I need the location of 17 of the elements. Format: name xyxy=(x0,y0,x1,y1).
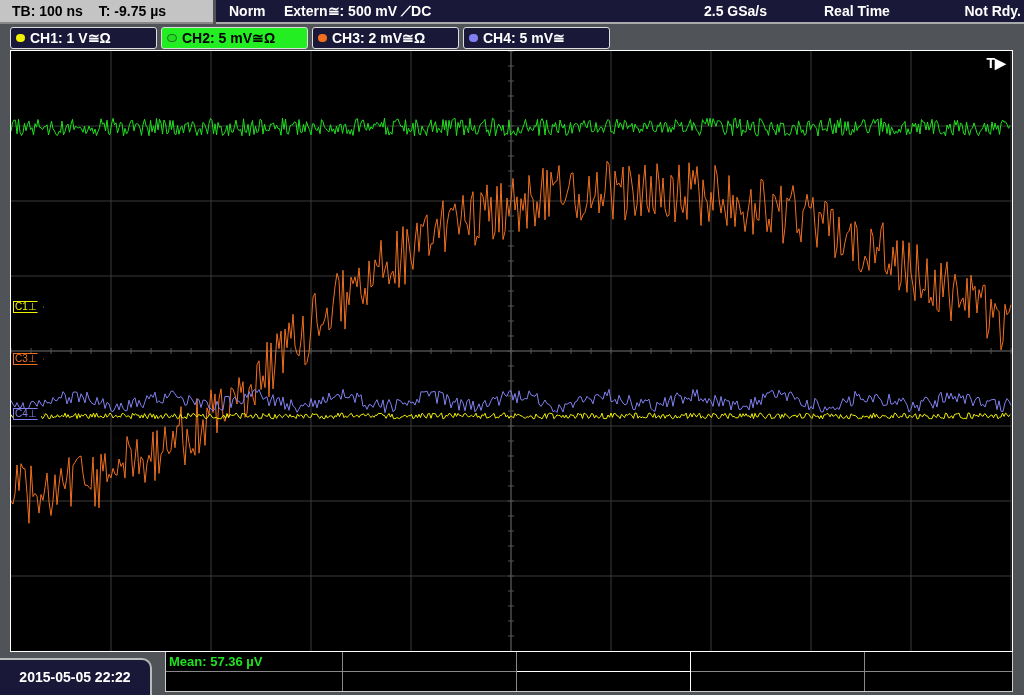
channel-marker: C4⊥ xyxy=(13,408,44,420)
trigger-time-label: T: -9.75 µs xyxy=(98,1,167,21)
acquisition-mode-label: Real Time xyxy=(824,1,891,21)
date-time-label: 2015-05-05 22:22 xyxy=(19,668,131,687)
channel-marker: C1⊥ xyxy=(13,301,44,313)
channel-tab[interactable]: CH4: 5 mV≅ xyxy=(463,27,610,49)
channel-marker: C3⊥ xyxy=(13,353,44,365)
trigger-source-label: Extern≅: 500 mV ⟋DC xyxy=(284,1,433,21)
trigger-marker: T▶ xyxy=(986,54,1006,73)
channel-tab[interactable]: CH3: 2 mV≅Ω xyxy=(312,27,459,49)
status-label: Not Rdy. xyxy=(964,1,1021,21)
trigger-mode-label: Norm xyxy=(229,1,267,21)
sample-rate-label: 2.5 GSa/s xyxy=(704,1,769,21)
channel-tab[interactable]: CH1: 1 V≅Ω xyxy=(10,27,157,49)
mean-measurement: Mean: 57.36 µV xyxy=(169,652,263,671)
channel-tab[interactable]: CH2: 5 mV≅Ω xyxy=(161,27,308,49)
timebase-label: TB: 100 ns xyxy=(12,1,83,21)
